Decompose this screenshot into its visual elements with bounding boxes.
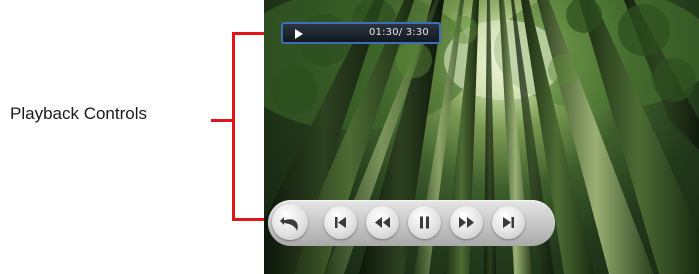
skip-previous-icon bbox=[335, 217, 346, 228]
callout-bracket-vertical bbox=[232, 32, 235, 221]
rewind-button[interactable] bbox=[366, 206, 399, 239]
previous-track-button[interactable] bbox=[324, 206, 357, 239]
skip-next-icon bbox=[503, 217, 514, 228]
fast-forward-button[interactable] bbox=[450, 206, 483, 239]
undo-arrow-icon bbox=[280, 217, 298, 231]
pause-icon bbox=[420, 216, 429, 229]
back-button[interactable] bbox=[272, 204, 308, 240]
fast-forward-icon bbox=[459, 217, 474, 228]
rewind-icon bbox=[375, 217, 390, 228]
playback-status-bar: 01:30/ 3:30 bbox=[281, 22, 441, 44]
playback-control-bar bbox=[268, 200, 555, 246]
playback-controls-callout-label: Playback Controls bbox=[10, 104, 148, 123]
playback-time: 01:30/ 3:30 bbox=[368, 27, 429, 38]
callout-connector-line bbox=[211, 119, 233, 122]
next-track-button[interactable] bbox=[492, 206, 525, 239]
play-icon bbox=[295, 29, 303, 39]
pause-button[interactable] bbox=[408, 206, 441, 239]
